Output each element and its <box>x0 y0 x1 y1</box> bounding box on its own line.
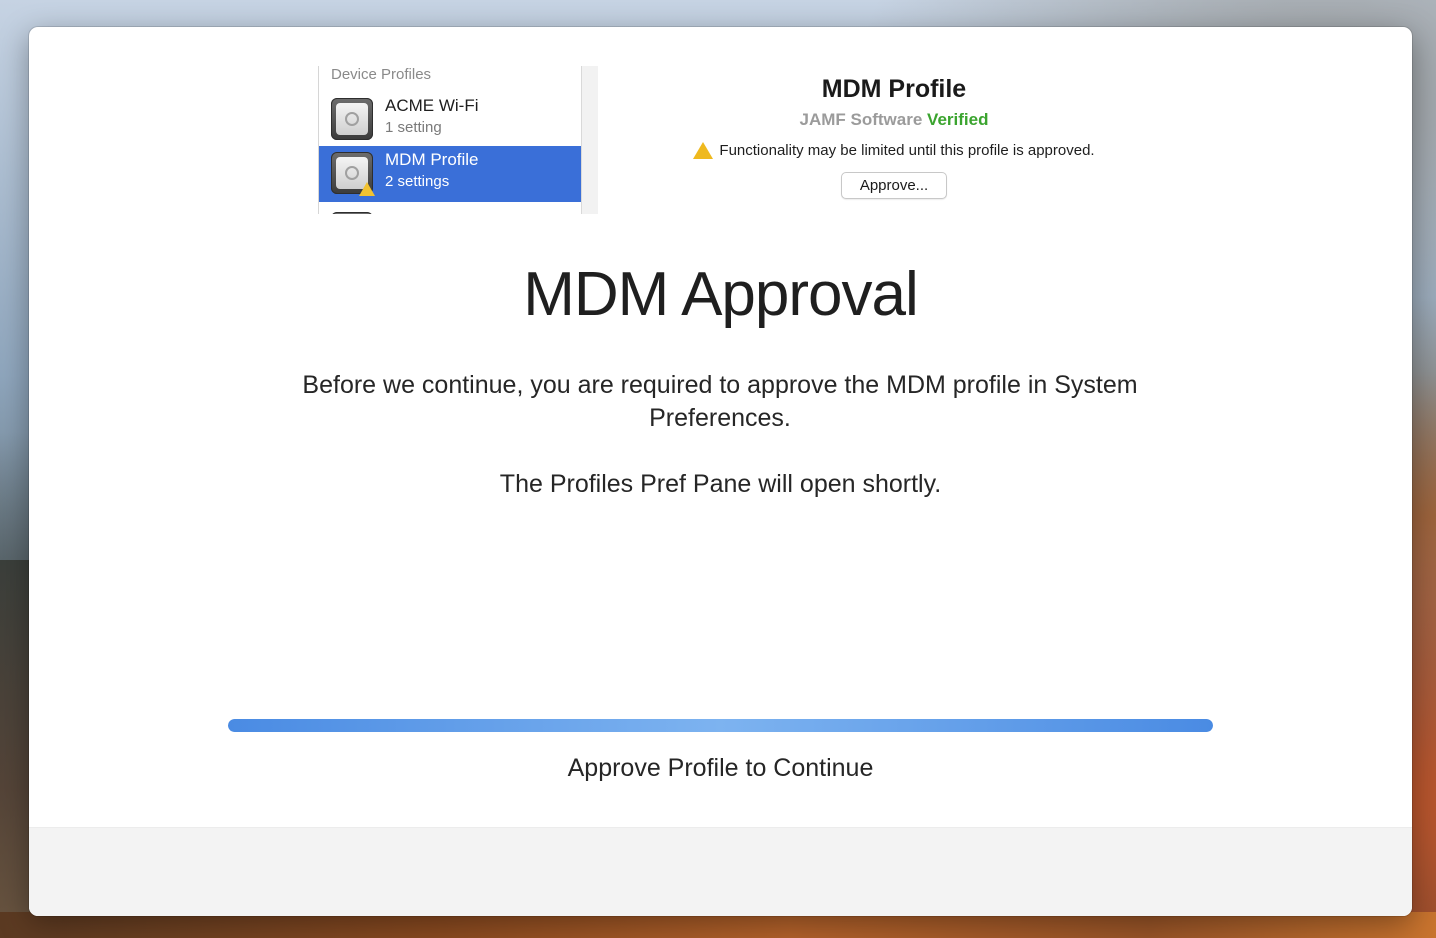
warning-triangle-icon <box>693 142 714 159</box>
dialog-window: Device Profiles ACME Wi-Fi 1 setting MDM… <box>29 27 1412 916</box>
page-title: MDM Approval <box>523 260 919 329</box>
profile-detail: 2 settings <box>385 173 450 190</box>
verified-label: Verified <box>927 110 989 129</box>
profile-row-mdm-profile: MDM Profile 2 settings <box>319 146 581 202</box>
profile-name: MDM Profile <box>385 150 479 169</box>
footer-bar <box>29 827 1412 916</box>
profile-row-partial <box>319 206 581 214</box>
detail-organization: JAMF Software Verified <box>659 110 1129 130</box>
approve-button-illustration: Approve... <box>840 172 948 199</box>
note-text: The Profiles Pref Pane will open shortly… <box>499 470 942 498</box>
profile-row-acme-wifi: ACME Wi-Fi 1 setting <box>319 92 581 148</box>
detail-warning: Functionality may be limited until this … <box>659 142 1129 159</box>
profile-detail-illustration: MDM Profile JAMF Software Verified Funct… <box>659 75 1129 199</box>
profile-gear-icon <box>331 212 373 214</box>
profile-name: ACME Wi-Fi <box>385 96 479 115</box>
list-scrollbar <box>581 66 598 214</box>
profile-gear-icon <box>331 152 375 196</box>
progress-bar <box>228 719 1213 732</box>
list-header: Device Profiles <box>331 66 432 83</box>
profile-detail: 1 setting <box>385 119 442 136</box>
organization-name: JAMF Software <box>799 110 923 129</box>
progress-fill <box>228 719 1213 732</box>
instruction-text: Before we continue, you are required to … <box>302 371 1138 432</box>
profiles-list-illustration: Device Profiles ACME Wi-Fi 1 setting MDM… <box>318 66 598 214</box>
warning-badge-icon <box>359 182 375 196</box>
detail-title: MDM Profile <box>821 75 967 103</box>
warning-text: Functionality may be limited until this … <box>719 142 1095 159</box>
profile-gear-icon <box>331 98 373 140</box>
status-text: Approve Profile to Continue <box>567 754 874 782</box>
